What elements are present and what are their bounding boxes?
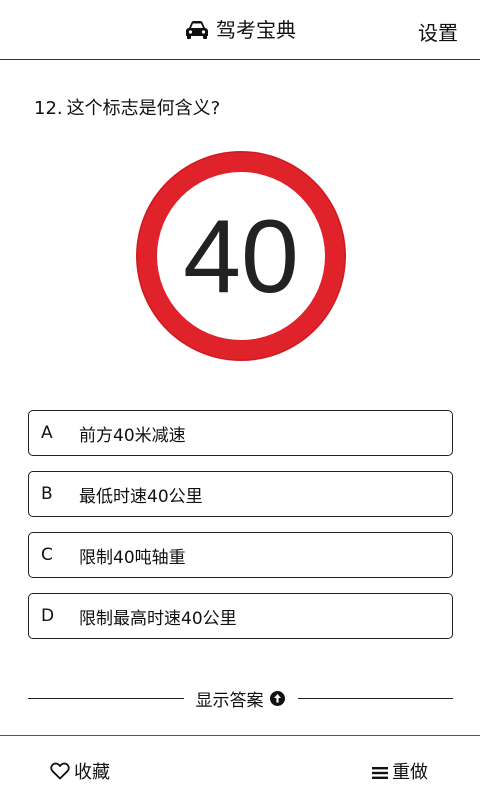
redo-button[interactable]: 重做 (372, 758, 428, 784)
show-answer-row: 显示答案 (28, 686, 453, 711)
divider-line-right (297, 697, 453, 699)
bottom-bar: 收藏 重做 (0, 735, 480, 800)
favorite-label: 收藏 (74, 762, 110, 783)
option-a[interactable]: A 前方40米减速 (28, 410, 453, 456)
option-c[interactable]: C 限制40吨轴重 (28, 532, 453, 578)
arrow-up-circle-icon (269, 690, 286, 707)
option-text: 最低时速40公里 (79, 486, 203, 507)
heart-icon (50, 762, 70, 780)
option-letter: B (41, 484, 53, 504)
show-answer-button[interactable]: 显示答案 (184, 686, 298, 711)
option-letter: A (41, 423, 53, 443)
app-title: 驾考宝典 (216, 18, 296, 42)
question-text: 12. 这个标志是何含义? (34, 96, 220, 122)
divider-line-left (28, 697, 184, 699)
menu-icon (372, 764, 388, 779)
question-prompt: 这个标志是何含义? (66, 98, 221, 119)
car-icon (184, 19, 210, 41)
show-answer-label: 显示答案 (195, 690, 264, 711)
question-number: 12. (34, 98, 63, 119)
header-title: 驾考宝典 (0, 16, 480, 44)
option-text: 限制最高时速40公里 (79, 608, 237, 629)
sign-speed-value: 40 (183, 199, 299, 315)
option-letter: D (41, 606, 55, 626)
header: 驾考宝典 设置 (0, 0, 480, 60)
favorite-button[interactable]: 收藏 (50, 758, 110, 784)
redo-label: 重做 (392, 762, 428, 783)
option-b[interactable]: B 最低时速40公里 (28, 471, 453, 517)
speed-limit-sign: 40 (135, 150, 347, 362)
option-d[interactable]: D 限制最高时速40公里 (28, 593, 453, 639)
option-text: 前方40米减速 (79, 425, 186, 446)
option-letter: C (41, 545, 53, 565)
settings-button[interactable]: 设置 (418, 20, 458, 46)
quiz-screen: 驾考宝典 设置 12. 这个标志是何含义? 40 A 前方40米减速 B 最低时速… (0, 0, 480, 800)
option-text: 限制40吨轴重 (79, 547, 186, 568)
